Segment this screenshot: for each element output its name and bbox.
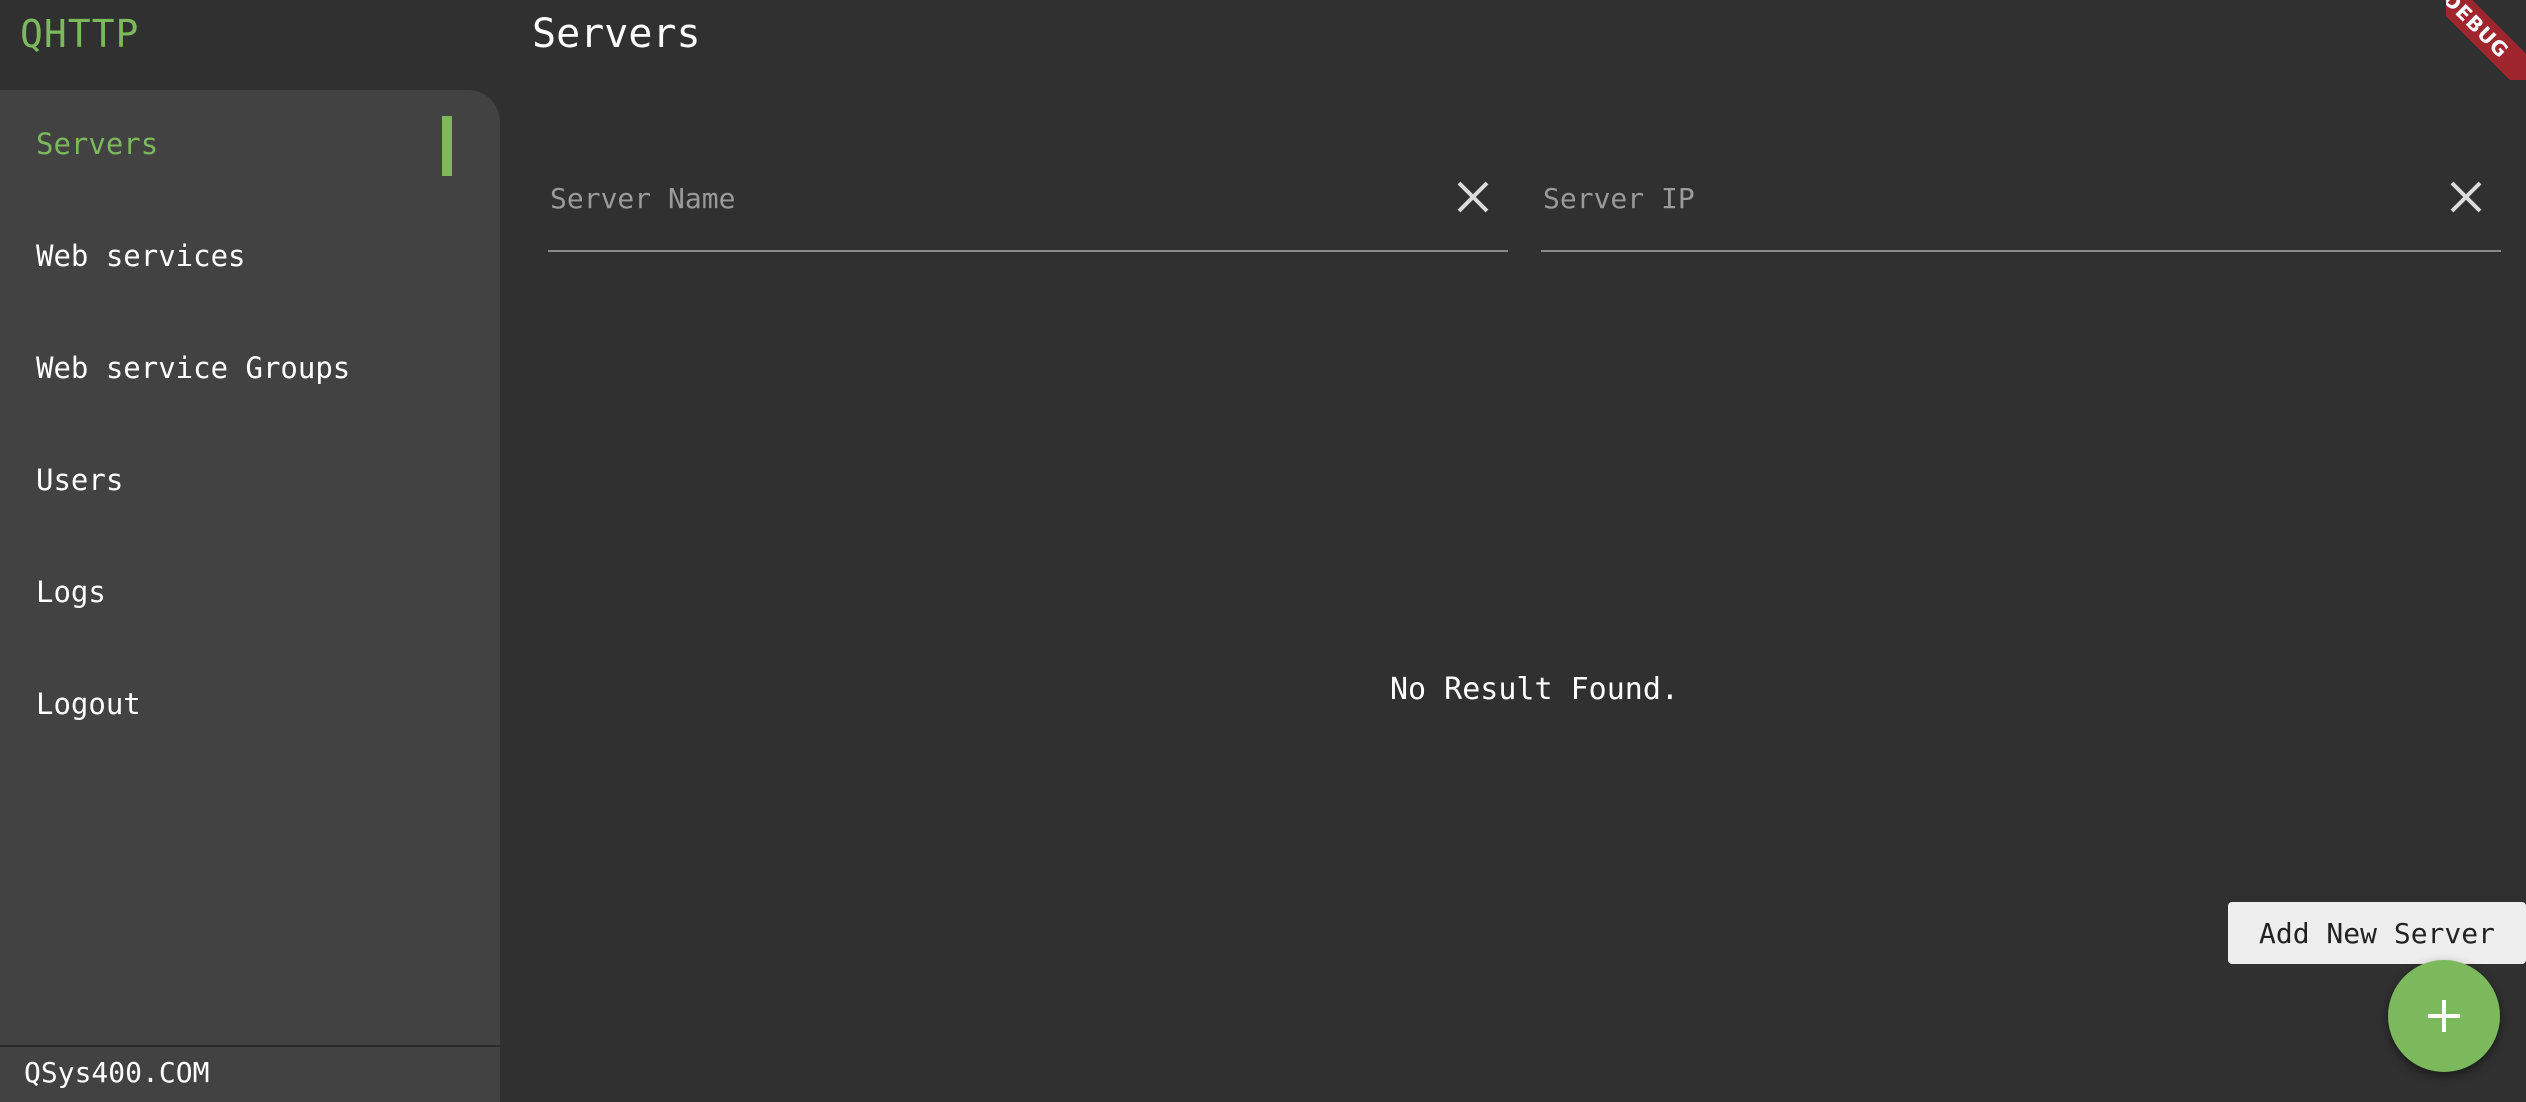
debug-banner-container: DEBUG: [2446, 0, 2526, 80]
sidebar-item-servers[interactable]: Servers: [0, 104, 470, 184]
empty-state-message: No Result Found.: [1390, 672, 1679, 707]
add-server-button[interactable]: [2388, 960, 2500, 1072]
sidebar-item-web-service-groups[interactable]: Web service Groups: [0, 328, 470, 408]
server-ip-field: [1541, 152, 2501, 252]
top-bar: QHTTP Servers: [0, 0, 2526, 90]
sidebar-item-label: Users: [36, 463, 124, 497]
app-window: QHTTP Servers Servers Web services Web s…: [0, 0, 2526, 1102]
server-name-field: [548, 152, 1508, 252]
sidebar-item-logout[interactable]: Logout: [0, 664, 470, 744]
plus-icon: [2428, 1000, 2460, 1032]
server-ip-input[interactable]: [1541, 168, 2431, 228]
sidebar-divider: [0, 1045, 500, 1047]
sidebar-item-label: Servers: [36, 127, 159, 161]
clear-server-name-button[interactable]: [1450, 174, 1496, 220]
sidebar-item-label: Logout: [36, 687, 141, 721]
add-server-tooltip: Add New Server: [2228, 902, 2526, 964]
sidebar-item-label: Web service Groups: [36, 351, 351, 385]
server-name-input[interactable]: [548, 168, 1438, 228]
active-indicator: [442, 116, 452, 176]
sidebar-item-label: Web services: [36, 239, 246, 273]
close-icon: [2450, 181, 2482, 213]
debug-banner: DEBUG: [2446, 0, 2526, 80]
sidebar-item-users[interactable]: Users: [0, 440, 470, 520]
sidebar-item-web-services[interactable]: Web services: [0, 216, 470, 296]
close-icon: [1457, 181, 1489, 213]
sidebar-item-logs[interactable]: Logs: [0, 552, 470, 632]
sidebar: Servers Web services Web service Groups …: [0, 90, 500, 1102]
sidebar-item-label: Logs: [36, 575, 106, 609]
brand-logo: QHTTP: [20, 12, 140, 56]
page-title: Servers: [532, 11, 701, 57]
sidebar-footer: QSys400.COM: [24, 1056, 210, 1089]
clear-server-ip-button[interactable]: [2443, 174, 2489, 220]
